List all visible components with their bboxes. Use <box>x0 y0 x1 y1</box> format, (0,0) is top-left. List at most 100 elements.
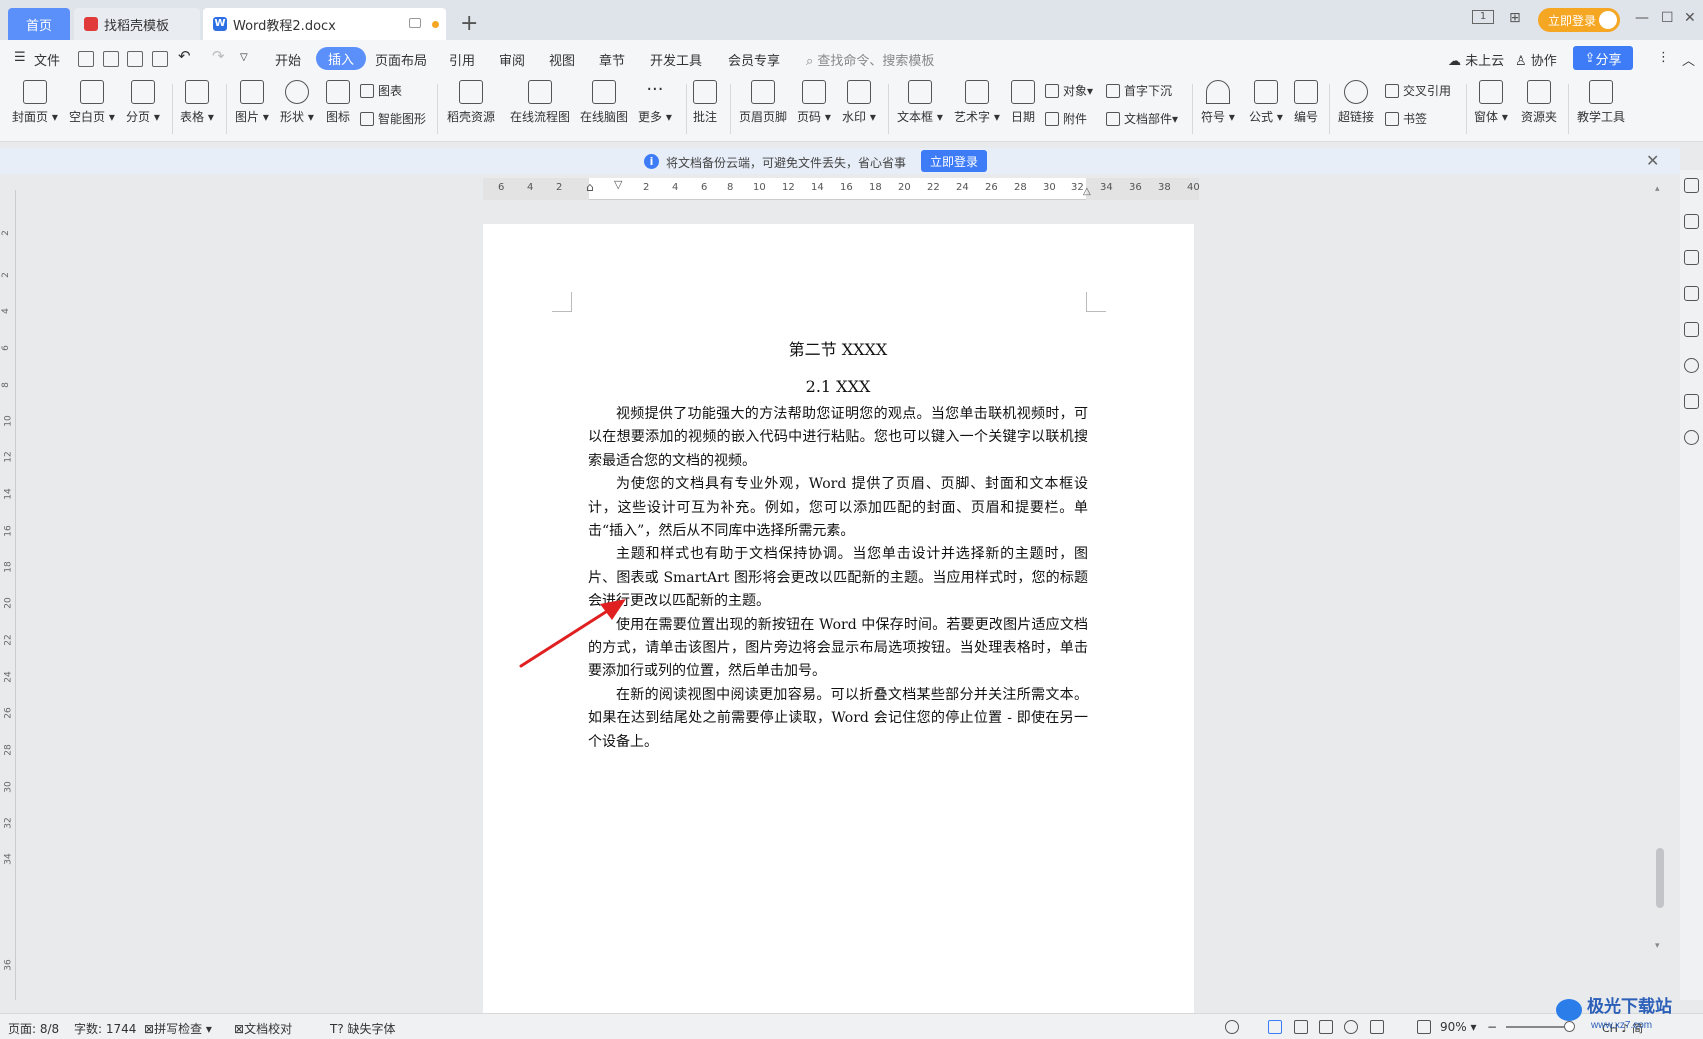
chart-button[interactable]: 图表 <box>360 82 402 99</box>
reading-view-icon[interactable] <box>1319 1020 1333 1034</box>
menu-insert[interactable]: 插入 <box>316 47 367 70</box>
maximize-icon[interactable]: ☐ <box>1661 10 1674 26</box>
scrollbar-thumb[interactable] <box>1656 848 1664 908</box>
share-button[interactable]: ⇪ 分享 <box>1573 46 1633 70</box>
more-options-icon[interactable]: ⋮ <box>1657 50 1670 65</box>
paragraph[interactable]: 主题和样式也有助于文档保持协调。当您单击设计并选择新的主题时，图片、图表或 Sm… <box>588 543 1088 613</box>
sliders-icon[interactable] <box>1684 286 1699 301</box>
tab-document[interactable]: W Word教程2.docx <box>203 8 446 40</box>
quick-access-dropdown-icon[interactable]: ▽ <box>240 52 248 63</box>
menu-references[interactable]: 引用 <box>449 50 475 69</box>
date-button[interactable]: 日期 <box>1011 80 1035 125</box>
watermark-button[interactable]: 水印 ▾ <box>842 80 876 125</box>
icon-button[interactable]: 图标 <box>326 80 350 125</box>
doc-parts-button[interactable]: 文档部件 ▾ <box>1106 110 1178 127</box>
first-line-indent-icon[interactable]: ▽ <box>614 178 622 191</box>
outline-view-icon[interactable] <box>1294 1020 1308 1034</box>
more-button[interactable]: ··· 更多 ▾ <box>638 80 672 125</box>
print-icon[interactable] <box>127 51 143 67</box>
page-view-icon[interactable] <box>1268 1020 1282 1034</box>
notice-login-button[interactable]: 立即登录 <box>921 150 987 172</box>
wordart-button[interactable]: 艺术字 ▾ <box>954 80 1000 125</box>
symbol-button[interactable]: 符号 ▾ <box>1201 80 1235 125</box>
minimize-icon[interactable]: — <box>1635 10 1649 26</box>
eye-protect-icon[interactable] <box>1225 1020 1239 1034</box>
bookmark-button[interactable]: 书签 <box>1385 110 1427 127</box>
book-icon[interactable] <box>1684 394 1699 409</box>
resource-folder-button[interactable]: 资源夹 <box>1521 80 1557 125</box>
drop-cap-button[interactable]: 首字下沉 <box>1106 82 1172 99</box>
subsection-title[interactable]: 2.1 XXX <box>588 375 1088 403</box>
smart-art-button[interactable]: 智能图形 <box>360 110 426 127</box>
right-indent-icon[interactable]: △ <box>1083 186 1091 197</box>
picture-button[interactable]: 图片 ▾ <box>235 80 269 125</box>
paragraph[interactable]: 使用在需要位置出现的新按钮在 Word 中保存时间。若要更改图片适应文档的方式，… <box>588 614 1088 684</box>
preview-icon[interactable] <box>152 51 168 67</box>
command-search[interactable]: ⌕ 查找命令、搜索模板 <box>806 50 934 69</box>
help-icon[interactable] <box>1684 430 1699 445</box>
word-count[interactable]: 字数: 1744 <box>74 1020 136 1037</box>
cover-page-button[interactable]: 封面页 ▾ <box>12 80 58 125</box>
table-button[interactable]: 表格 ▾ <box>180 80 214 125</box>
menu-section[interactable]: 章节 <box>599 50 625 69</box>
hyperlink-button[interactable]: 超链接 <box>1338 80 1374 125</box>
document-page[interactable]: 第二节 XXXX 2.1 XXX 视频提供了功能强大的方法帮助您证明您的观点。当… <box>483 224 1194 1014</box>
flowchart-button[interactable]: 在线流程图 <box>510 80 570 125</box>
menu-page-layout[interactable]: 页面布局 <box>375 50 427 69</box>
save-icon[interactable] <box>78 51 94 67</box>
edit-view-icon[interactable] <box>1370 1020 1384 1034</box>
scroll-up-icon[interactable]: ▴ <box>1655 184 1660 194</box>
formula-button[interactable]: 公式 ▾ <box>1249 80 1283 125</box>
menu-start[interactable]: 开始 <box>275 50 301 69</box>
proofread[interactable]: ⊠文档校对 <box>234 1020 292 1037</box>
page-break-button[interactable]: 分页 ▾ <box>126 80 160 125</box>
scroll-down-icon[interactable]: ▾ <box>1655 941 1660 951</box>
new-tab-plus-icon[interactable]: + <box>460 11 478 36</box>
menu-member[interactable]: 会员专享 <box>728 50 780 69</box>
attachment-button[interactable]: 附件 <box>1045 110 1087 127</box>
apps-grid-icon[interactable]: ⊞ <box>1509 10 1521 26</box>
menu-file[interactable]: 文件 <box>34 50 60 69</box>
fit-page-icon[interactable] <box>1417 1020 1431 1034</box>
monitor-icon[interactable] <box>409 18 421 28</box>
collab-button[interactable]: ♙ 协作 <box>1515 50 1557 69</box>
horizontal-ruler[interactable]: 6 4 2 ⌂ ▽ 2 4 6 8 10 12 14 16 18 20 22 2… <box>483 178 1200 200</box>
shape-button[interactable]: 形状 ▾ <box>280 80 314 125</box>
page-layout-icon[interactable]: 1 <box>1472 10 1494 24</box>
vertical-ruler[interactable]: 2 2 4 6 8 10 12 14 16 18 20 22 24 26 28 … <box>0 190 16 1000</box>
page-count[interactable]: 页面: 8/8 <box>8 1020 59 1037</box>
menu-view[interactable]: 视图 <box>549 50 575 69</box>
tab-template[interactable]: 找稻壳模板 <box>74 8 200 40</box>
cursor-icon[interactable] <box>1684 250 1699 265</box>
textbox-button[interactable]: 文本框 ▾ <box>897 80 943 125</box>
pen-icon[interactable] <box>1684 214 1699 229</box>
location-icon[interactable] <box>1684 358 1699 373</box>
menu-hamburger-icon[interactable]: ☰ <box>14 50 26 65</box>
menu-review[interactable]: 审阅 <box>499 50 525 69</box>
zoom-level[interactable]: 90% ▾ <box>1440 1020 1477 1034</box>
close-icon[interactable]: ✕ <box>1684 10 1696 26</box>
spell-check[interactable]: ⊠拼写检查 ▾ <box>144 1020 212 1037</box>
document-body[interactable]: 第二节 XXXX 2.1 XXX 视频提供了功能强大的方法帮助您证明您的观点。当… <box>588 337 1088 754</box>
paragraph[interactable]: 视频提供了功能强大的方法帮助您证明您的观点。当您单击联机视频时，可以在想要添加的… <box>588 403 1088 473</box>
vertical-scrollbar[interactable]: ▴ ▾ <box>1653 176 1667 1006</box>
zoom-out-icon[interactable]: − <box>1487 1020 1497 1034</box>
comment-button[interactable]: 批注 <box>693 80 717 125</box>
rocket-icon[interactable] <box>1684 178 1699 193</box>
login-button[interactable]: 立即登录 <box>1538 8 1620 32</box>
mindmap-button[interactable]: 在线脑图 <box>580 80 628 125</box>
tab-home[interactable]: 首页 <box>8 8 70 40</box>
undo-icon[interactable]: ↶ <box>178 47 191 65</box>
export-icon[interactable] <box>103 51 119 67</box>
object-button[interactable]: 对象 ▾ <box>1045 82 1093 99</box>
header-footer-button[interactable]: 页眉页脚 <box>739 80 787 125</box>
section-title[interactable]: 第二节 XXXX <box>588 337 1088 375</box>
numbering-button[interactable]: 编号 <box>1294 80 1318 125</box>
blank-page-button[interactable]: 空白页 ▾ <box>69 80 115 125</box>
cross-ref-button[interactable]: 交叉引用 <box>1385 82 1451 99</box>
docer-resource-button[interactable]: 稻壳资源 <box>447 80 495 125</box>
paragraph[interactable]: 为使您的文档具有专业外观，Word 提供了页眉、页脚、封面和文本框设计，这些设计… <box>588 473 1088 543</box>
web-view-icon[interactable] <box>1344 1020 1358 1034</box>
page-number-button[interactable]: 页码 ▾ <box>797 80 831 125</box>
image-tools-icon[interactable] <box>1684 322 1699 337</box>
